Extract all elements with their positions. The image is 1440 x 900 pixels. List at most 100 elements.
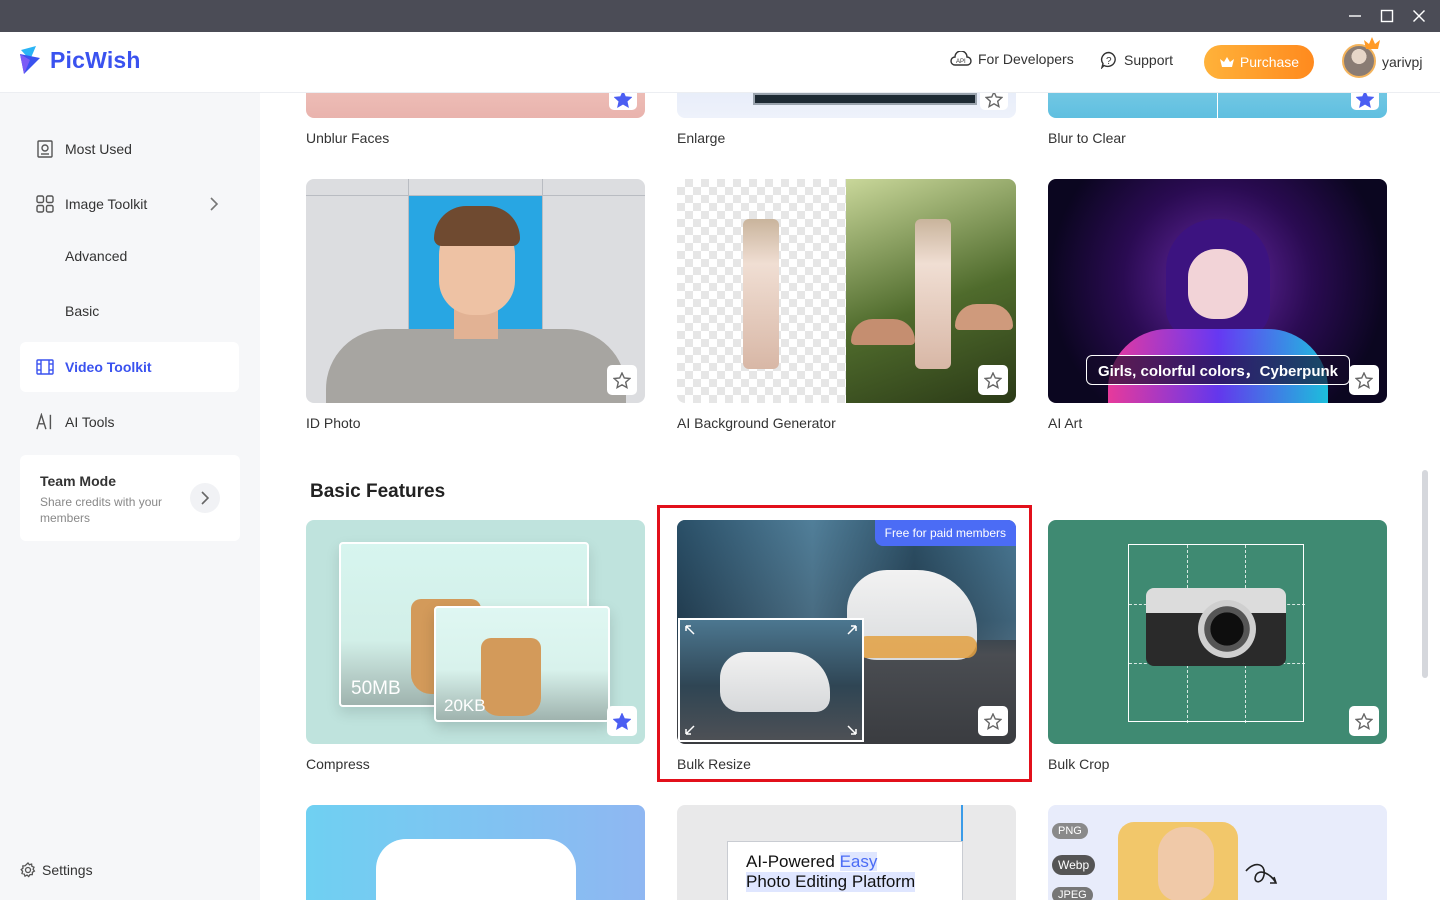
- settings-button[interactable]: Settings: [20, 862, 93, 878]
- tool-card-id-photo[interactable]: [306, 179, 645, 403]
- tool-label-blur-to-clear: Blur to Clear: [1048, 130, 1126, 146]
- svg-text:API: API: [956, 59, 966, 65]
- for-developers-label: For Developers: [978, 51, 1074, 67]
- sidebar-item-most-used[interactable]: Most Used: [20, 124, 239, 174]
- sidebar-item-ai-tools[interactable]: AI Tools: [20, 397, 239, 447]
- api-cloud-icon: API: [950, 51, 972, 66]
- chevron-right-icon: [201, 491, 209, 505]
- advanced-label: Advanced: [65, 248, 128, 264]
- ai-art-prompt-caption: Girls, colorful colors，Cyberpunk: [1086, 355, 1350, 385]
- tool-card-ai-background-generator[interactable]: [677, 179, 1016, 403]
- tshirt-shape: [376, 839, 576, 900]
- tool-card-format-convert[interactable]: PNG Webp JPEG: [1048, 805, 1387, 900]
- tool-label-unblur-faces: Unblur Faces: [306, 130, 390, 146]
- compress-after-size: 20KB: [444, 696, 486, 715]
- team-mode-title: Team Mode: [40, 473, 116, 489]
- team-mode-arrow-button[interactable]: [190, 483, 220, 513]
- tool-card-ai-art[interactable]: Girls, colorful colors，Cyberpunk: [1048, 179, 1387, 403]
- grid-icon: [36, 195, 54, 213]
- section-title-basic-features: Basic Features: [310, 481, 446, 502]
- bulk-crop-thumbnail: [1048, 520, 1387, 744]
- support-label: Support: [1124, 52, 1174, 68]
- settings-label: Settings: [42, 862, 93, 878]
- sidebar-item-basic[interactable]: Basic: [20, 286, 239, 336]
- support-help-icon: ?: [1100, 51, 1116, 69]
- enlarge-thumbnail: [677, 93, 1016, 118]
- tool-label-enlarge: Enlarge: [677, 130, 726, 146]
- ai-background-generator-thumbnail: [677, 179, 1016, 403]
- sidebar-item-image-toolkit[interactable]: Image Toolkit: [20, 179, 239, 229]
- compress-after-image: 20KB: [434, 606, 610, 722]
- support-link[interactable]: ? Support: [1100, 51, 1173, 69]
- unblur-faces-thumbnail: [306, 93, 645, 118]
- app-name: PicWish: [50, 46, 141, 73]
- tool-label-ai-background-generator: AI Background Generator: [677, 415, 836, 431]
- minimize-icon[interactable]: [1339, 0, 1371, 32]
- compress-thumbnail: 50MB 20KB: [306, 520, 645, 744]
- compress-before-size: 50MB: [351, 678, 401, 699]
- purchase-label: Purchase: [1239, 54, 1300, 70]
- video-toolkit-label: Video Toolkit: [65, 359, 152, 375]
- tool-card-blur-to-clear[interactable]: [1048, 93, 1387, 118]
- id-photo-thumbnail: [306, 179, 645, 403]
- app-logo[interactable]: PicWish: [18, 44, 141, 76]
- ai-art-thumbnail: Girls, colorful colors，Cyberpunk: [1048, 179, 1387, 403]
- for-developers-link[interactable]: API For Developers: [950, 51, 1074, 67]
- selection-highlight: [657, 505, 1032, 782]
- tool-label-id-photo: ID Photo: [306, 415, 361, 431]
- most-used-label: Most Used: [65, 141, 132, 157]
- tshirt-thumbnail: [306, 805, 645, 900]
- format-tag-webp: Webp: [1052, 855, 1096, 875]
- chevron-right-icon: [210, 197, 219, 211]
- split-divider: [1217, 93, 1218, 118]
- favorite-star-icon[interactable]: [609, 93, 637, 110]
- editing-headline-line1: AI-Powered: [746, 852, 835, 871]
- product-bottle-left: [743, 219, 779, 369]
- tool-label-ai-art: AI Art: [1048, 415, 1083, 431]
- maximize-icon[interactable]: [1371, 0, 1403, 32]
- film-icon: [36, 358, 54, 376]
- editing-highlight-word: Easy: [839, 852, 878, 871]
- favorite-star-icon[interactable]: [607, 706, 637, 736]
- tool-card-compress[interactable]: 50MB 20KB: [306, 520, 645, 744]
- favorite-star-icon[interactable]: [980, 93, 1008, 110]
- favorite-star-icon[interactable]: [1349, 365, 1379, 395]
- tool-card-enlarge[interactable]: [677, 93, 1016, 118]
- favorite-star-icon[interactable]: [1349, 706, 1379, 736]
- crown-icon: [1219, 57, 1234, 67]
- ai-tools-label: AI Tools: [65, 414, 115, 430]
- blur-to-clear-thumbnail: [1048, 93, 1387, 118]
- tool-card-tshirt[interactable]: [306, 805, 645, 900]
- format-tag-png: PNG: [1052, 823, 1088, 839]
- photo-editing-thumbnail: AI-Powered Easy Photo Editing Platform: [677, 805, 1016, 900]
- close-icon[interactable]: [1403, 0, 1435, 32]
- basket: [481, 638, 541, 716]
- tool-card-unblur-faces[interactable]: [306, 93, 645, 118]
- main-scrollbar[interactable]: [1422, 470, 1428, 678]
- team-mode-card[interactable]: Team Mode Share credits with your member…: [20, 455, 240, 541]
- camera-lens: [1198, 600, 1256, 658]
- basic-label: Basic: [65, 303, 100, 319]
- sidebar-item-advanced[interactable]: Advanced: [20, 231, 239, 281]
- sidebar-item-video-toolkit[interactable]: Video Toolkit: [20, 342, 239, 392]
- username[interactable]: yarivpj: [1382, 54, 1422, 70]
- tool-card-photo-editing[interactable]: AI-Powered Easy Photo Editing Platform: [677, 805, 1016, 900]
- format-tag-jpeg: JPEG: [1052, 887, 1093, 900]
- team-mode-description: Share credits with your members: [40, 495, 163, 525]
- tool-label-bulk-crop: Bulk Crop: [1048, 756, 1110, 772]
- favorite-star-icon[interactable]: [978, 365, 1008, 395]
- format-convert-thumbnail: PNG Webp JPEG: [1048, 805, 1387, 900]
- purchase-button[interactable]: Purchase: [1204, 45, 1314, 79]
- picwish-logo-icon: [20, 46, 40, 74]
- sidebar: Most Used Image Toolkit Advanced Basic V…: [0, 93, 260, 900]
- favorite-star-icon[interactable]: [607, 365, 637, 395]
- most-used-icon: [36, 140, 54, 158]
- tool-card-bulk-crop[interactable]: [1048, 520, 1387, 744]
- product-bottle-right: [915, 219, 951, 369]
- vip-crown-icon: [1364, 37, 1380, 49]
- gear-icon: [20, 862, 36, 878]
- favorite-star-icon[interactable]: [1351, 93, 1379, 110]
- mushroom: [851, 319, 915, 345]
- ai-icon: [36, 413, 54, 431]
- window-title-bar: [0, 0, 1440, 32]
